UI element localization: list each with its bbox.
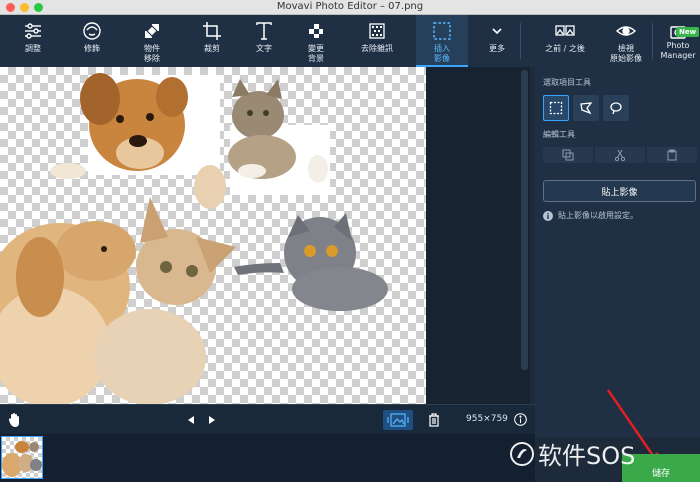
delete-button[interactable] — [426, 411, 442, 429]
hand-tool-button[interactable] — [6, 411, 24, 429]
face-icon — [83, 22, 101, 40]
copy-icon — [562, 149, 574, 161]
denoise-icon — [369, 23, 385, 39]
tool-denoise-label: 去除雜訊 — [361, 44, 393, 53]
tool-retouch-label: 修飾 — [84, 44, 100, 53]
view-original-label: 檢視 原始影像 — [610, 44, 642, 63]
text-icon — [256, 22, 272, 40]
tool-text-label: 文字 — [256, 44, 272, 53]
tool-denoise[interactable]: 去除雜訊 — [353, 15, 401, 67]
lasso-select-button[interactable] — [603, 95, 629, 121]
tool-retouch[interactable]: 修飾 — [72, 15, 112, 67]
info-text: 貼上影像以啟用設定。 — [558, 211, 638, 220]
window-titlebar: Movavi Photo Editor – 07.png — [0, 0, 700, 15]
crop-icon — [203, 22, 221, 40]
tool-adjust[interactable]: 調整 — [14, 15, 52, 67]
canvas-vertical-scrollbar[interactable] — [521, 70, 528, 370]
paste-icon — [667, 149, 677, 161]
edit-tools-heading: 編輯工具 — [543, 130, 575, 139]
sliders-icon — [25, 23, 41, 39]
tool-object-removal-label: 物件 移除 — [144, 44, 160, 63]
trash-icon — [429, 413, 439, 427]
tool-adjust-label: 調整 — [25, 44, 41, 53]
tool-crop[interactable]: 裁剪 — [192, 15, 232, 67]
filmstrip — [0, 434, 535, 482]
eye-icon — [616, 26, 636, 36]
tool-object-removal[interactable]: 物件 移除 — [130, 15, 174, 67]
toolbar-divider-2 — [652, 23, 653, 59]
toolbar-divider — [520, 23, 521, 59]
watermark-logo-icon — [510, 441, 534, 466]
canvas-image-content — [0, 73, 388, 404]
thumbnail-image — [2, 441, 42, 477]
before-after-label: 之前 / 之後 — [545, 44, 585, 53]
polygon-select-button[interactable] — [573, 95, 599, 121]
rect-select-icon — [549, 101, 563, 115]
picture-fit-icon — [387, 413, 409, 427]
paste-image-button[interactable]: 貼上影像 — [543, 180, 696, 202]
tool-insert-image[interactable]: 插入 影像 — [416, 15, 468, 67]
watermark: 软件SOS — [510, 436, 635, 471]
info-message: 貼上影像以啟用設定。 — [543, 210, 638, 221]
eraser-icon — [145, 24, 159, 38]
info-circle-icon — [513, 412, 527, 426]
tool-insert-image-label: 插入 影像 — [434, 44, 450, 63]
canvas-empty-area — [426, 67, 530, 404]
view-original-button[interactable]: 檢視 原始影像 — [603, 15, 649, 67]
tool-crop-label: 裁剪 — [204, 44, 220, 53]
fit-to-screen-button[interactable] — [383, 410, 413, 430]
canvas-bottom-bar: 955×759 — [0, 404, 535, 434]
before-after-button[interactable]: 之前 / 之後 — [538, 15, 592, 67]
rect-select-button[interactable] — [543, 95, 569, 121]
triangle-right-icon — [209, 416, 215, 424]
image-dimensions: 955×759 — [466, 414, 508, 424]
chevron-down-icon — [492, 28, 502, 35]
grey-cat-image — [234, 213, 388, 311]
before-after-icon — [555, 25, 575, 36]
filmstrip-thumbnail[interactable] — [1, 436, 43, 479]
puppy-and-kitten-image — [0, 197, 236, 404]
tool-text[interactable]: 文字 — [244, 15, 284, 67]
hand-icon — [8, 413, 19, 427]
image-info-button[interactable] — [513, 412, 527, 426]
triangle-left-icon — [188, 416, 194, 424]
background-icon — [309, 24, 323, 38]
paste-icon-button[interactable] — [647, 147, 697, 163]
insert-image-icon — [433, 22, 451, 40]
new-badge: New — [676, 27, 700, 37]
lasso-icon — [610, 102, 622, 115]
image-canvas[interactable] — [0, 67, 426, 404]
watermark-text: 软件SOS — [538, 442, 636, 470]
main-toolbar: 調整 修飾 物件 移除 裁剪 文字 變更 背景 去除雜訊 插入 影像 更多 之前… — [0, 15, 700, 67]
tabby-cat-image — [228, 79, 330, 195]
copy-button[interactable] — [543, 147, 593, 163]
previous-image-button[interactable] — [184, 413, 198, 427]
tool-change-background[interactable]: 變更 背景 — [296, 15, 336, 67]
photo-manager-label: Photo Manager — [660, 41, 696, 60]
cut-button[interactable] — [595, 147, 645, 163]
scissors-icon — [614, 149, 626, 161]
tool-change-background-label: 變更 背景 — [308, 44, 324, 63]
polygon-lasso-icon — [580, 102, 593, 115]
window-title: Movavi Photo Editor – 07.png — [276, 1, 424, 12]
info-icon — [543, 210, 553, 221]
select-tools-heading: 選取項目工具 — [543, 78, 591, 87]
photo-manager-button[interactable]: Photo Manager — [656, 15, 700, 67]
tool-more[interactable]: 更多 — [480, 15, 514, 67]
tool-more-label: 更多 — [489, 44, 505, 53]
next-image-button[interactable] — [205, 413, 219, 427]
dog-image — [50, 73, 226, 209]
